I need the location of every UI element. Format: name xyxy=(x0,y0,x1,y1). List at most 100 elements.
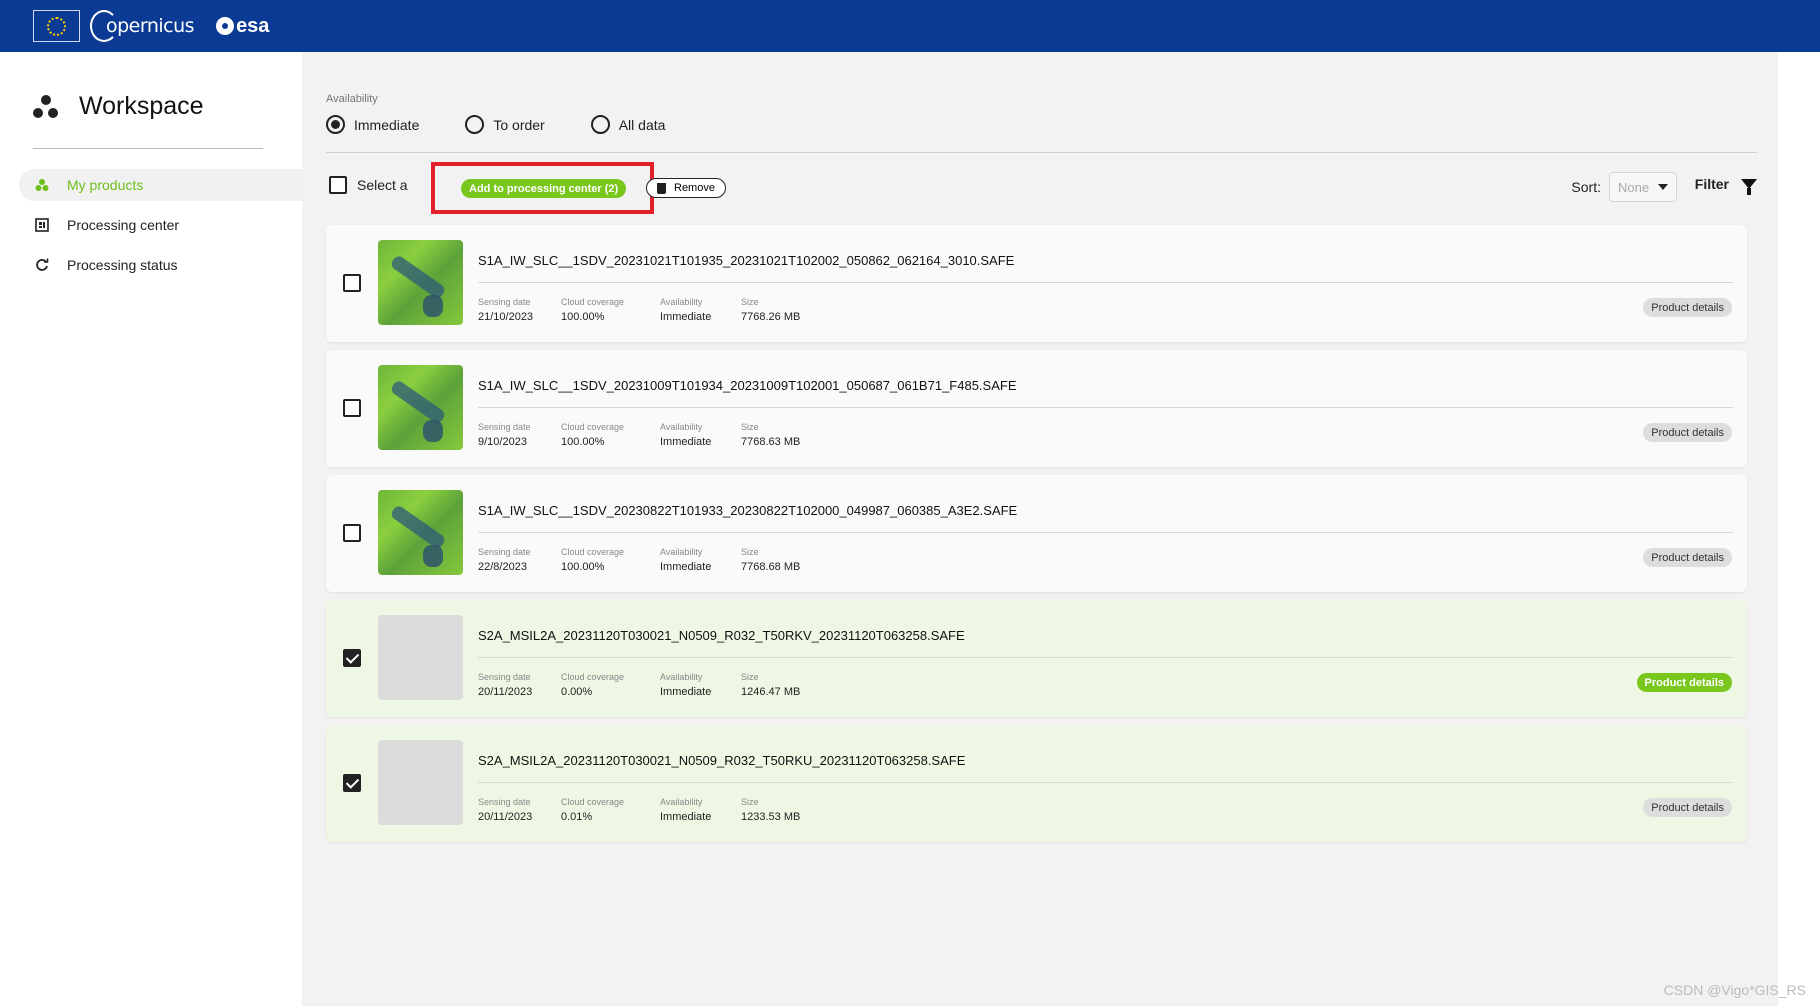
meta-label: Size xyxy=(741,797,759,807)
meta-value: 100.00% xyxy=(561,561,605,573)
product-checkbox[interactable] xyxy=(343,274,361,292)
product-name: S2A_MSIL2A_20231120T030021_N0509_R032_T5… xyxy=(478,628,965,643)
radio-all-data[interactable]: All data xyxy=(590,115,666,134)
select-all-checkbox[interactable]: Select a xyxy=(329,176,408,194)
meta-value: 0.01% xyxy=(561,811,593,823)
meta-value: 7768.26 MB xyxy=(741,311,801,323)
meta-label: Availability xyxy=(660,422,703,432)
radio-label: To order xyxy=(493,116,545,133)
product-name: S1A_IW_SLC__1SDV_20230822T101933_2023082… xyxy=(478,503,1018,518)
product-card[interactable]: S2A_MSIL2A_20231120T030021_N0509_R032_T5… xyxy=(326,725,1747,842)
eu-flag-icon xyxy=(33,10,80,42)
product-card[interactable]: S1A_IW_SLC__1SDV_20230822T101933_2023082… xyxy=(326,475,1747,592)
product-details-button[interactable]: Product details xyxy=(1636,673,1732,692)
product-details-button[interactable]: Product details xyxy=(1643,423,1732,442)
sort-label: Sort: xyxy=(1571,179,1601,195)
divider xyxy=(33,148,263,149)
sort-select[interactable]: None xyxy=(1609,172,1677,202)
meta-value: 1246.47 MB xyxy=(741,686,801,698)
meta-label: Cloud coverage xyxy=(561,297,625,307)
meta-label: Cloud coverage xyxy=(561,797,625,807)
sidebar-item-label: Processing status xyxy=(67,257,178,273)
meta-label: Availability xyxy=(660,547,703,557)
add-to-processing-center-button[interactable]: Add to processing center (2) xyxy=(461,179,627,198)
meta-date: Sensing date 20/11/2023 xyxy=(478,672,532,698)
product-checkbox[interactable] xyxy=(343,774,361,792)
product-thumbnail xyxy=(378,615,463,700)
radio-to-order[interactable]: To order xyxy=(465,115,545,134)
remove-button[interactable]: Remove xyxy=(646,178,726,198)
divider xyxy=(478,782,1733,783)
radio-immediate[interactable]: Immediate xyxy=(326,115,419,134)
product-thumbnail xyxy=(378,240,463,325)
sidebar-item-label: My products xyxy=(67,177,144,193)
product-thumbnail xyxy=(378,740,463,825)
product-details-button[interactable]: Product details xyxy=(1643,298,1732,317)
workspace-title: Workspace xyxy=(79,92,204,120)
meta-value: Immediate xyxy=(660,561,712,573)
meta-label: Size xyxy=(741,547,759,557)
meta-cloud: Cloud coverage 0.01% xyxy=(561,797,624,823)
product-details-button[interactable]: Product details xyxy=(1643,798,1732,817)
sidebar-item-my-products[interactable]: My products xyxy=(19,169,302,201)
workspace-icon xyxy=(33,94,59,119)
meta-cloud: Cloud coverage 100.00% xyxy=(561,547,624,573)
sort-control: Sort: None xyxy=(1571,172,1677,202)
sidebar-item-processing-status[interactable]: Processing status xyxy=(19,249,302,281)
divider xyxy=(326,152,1757,153)
esa-logo: esa xyxy=(216,15,269,38)
meta-size: Size 7768.63 MB xyxy=(741,422,800,448)
product-card[interactable]: S1A_IW_SLC__1SDV_20231009T101934_2023100… xyxy=(326,350,1747,467)
radio-label: All data xyxy=(618,116,666,133)
product-checkbox[interactable] xyxy=(343,399,361,417)
meta-availability: Availability Immediate xyxy=(660,672,711,698)
filter-button[interactable]: Filter xyxy=(1694,176,1757,195)
meta-size: Size 1246.47 MB xyxy=(741,672,800,698)
sidebar: Workspace My products Processing center … xyxy=(0,52,302,1006)
meta-label: Sensing date xyxy=(478,297,531,307)
meta-size: Size 7768.26 MB xyxy=(741,297,800,323)
meta-size: Size 7768.68 MB xyxy=(741,547,800,573)
meta-date: Sensing date 22/8/2023 xyxy=(478,547,531,573)
product-name: S2A_MSIL2A_20231120T030021_N0509_R032_T5… xyxy=(478,753,966,768)
product-card[interactable]: S2A_MSIL2A_20231120T030021_N0509_R032_T5… xyxy=(326,600,1747,717)
meta-value: Immediate xyxy=(660,686,712,698)
meta-value: 7768.63 MB xyxy=(741,436,801,448)
meta-cloud: Cloud coverage 100.00% xyxy=(561,422,624,448)
meta-label: Sensing date xyxy=(478,797,531,807)
refresh-icon xyxy=(35,258,49,272)
meta-availability: Availability Immediate xyxy=(660,422,711,448)
chevron-down-icon xyxy=(1658,184,1668,190)
meta-label: Availability xyxy=(660,672,703,682)
right-panel-edge xyxy=(1778,52,1820,1006)
meta-label: Sensing date xyxy=(478,672,531,682)
product-name: S1A_IW_SLC__1SDV_20231021T101935_2023102… xyxy=(478,253,1015,268)
product-toolbar: Select a Add to processing center (2) Re… xyxy=(326,162,1757,214)
meta-label: Sensing date xyxy=(478,422,531,432)
divider xyxy=(478,282,1733,283)
meta-value: Immediate xyxy=(660,436,712,448)
radio-label: Immediate xyxy=(354,116,420,133)
meta-value: Immediate xyxy=(660,811,712,823)
product-checkbox[interactable] xyxy=(343,524,361,542)
top-header-bar: opernicus esa xyxy=(0,0,1820,52)
product-details-button[interactable]: Product details xyxy=(1643,548,1732,567)
divider xyxy=(478,407,1733,408)
sidebar-item-label: Processing center xyxy=(67,217,180,233)
main-content: Availability Immediate To order All data… xyxy=(302,52,1778,1006)
meta-value: 0.00% xyxy=(561,686,593,698)
watermark: CSDN @Vigo*GIS_RS xyxy=(1663,982,1806,998)
remove-label: Remove xyxy=(674,182,715,194)
processing-center-icon xyxy=(35,218,49,232)
meta-label: Size xyxy=(741,297,759,307)
meta-date: Sensing date 9/10/2023 xyxy=(478,422,531,448)
product-card[interactable]: S1A_IW_SLC__1SDV_20231021T101935_2023102… xyxy=(326,225,1747,342)
meta-date: Sensing date 21/10/2023 xyxy=(478,297,533,323)
product-checkbox[interactable] xyxy=(343,649,361,667)
filter-label: Filter xyxy=(1694,176,1729,192)
meta-availability: Availability Immediate xyxy=(660,797,711,823)
meta-label: Cloud coverage xyxy=(561,422,625,432)
divider xyxy=(478,657,1733,658)
sidebar-item-processing-center[interactable]: Processing center xyxy=(19,209,302,241)
meta-value: 7768.68 MB xyxy=(741,561,801,573)
